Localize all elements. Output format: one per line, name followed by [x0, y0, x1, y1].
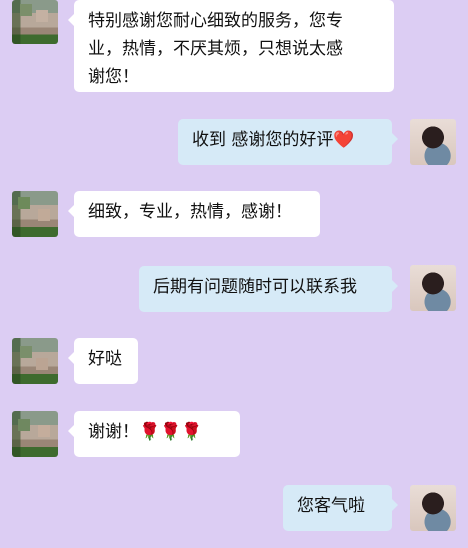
message-text-line: 特别感谢您耐心细致的服务，您专: [88, 11, 343, 31]
message-bubble-outgoing[interactable]: 您客气啦: [283, 485, 398, 531]
message-text-line: 谢您！: [88, 67, 139, 87]
user-avatar[interactable]: [410, 119, 456, 165]
user-avatar[interactable]: [410, 265, 456, 311]
message-bubble-incoming[interactable]: 好哒: [68, 338, 138, 384]
message-bubble-outgoing[interactable]: 后期有问题随时可以联系我: [139, 266, 398, 312]
message-bubble-outgoing[interactable]: 收到 感谢您的好评❤️: [178, 119, 398, 165]
heart-emoji-icon: ❤️: [333, 130, 355, 150]
contact-avatar[interactable]: [12, 0, 58, 44]
message-text: 收到 感谢您的好评: [192, 130, 334, 150]
contact-avatar[interactable]: [12, 338, 58, 384]
user-avatar[interactable]: [410, 485, 456, 531]
message-text: 后期有问题随时可以联系我: [153, 277, 357, 297]
message-text: 好哒: [88, 349, 122, 369]
message-text: 您客气啦: [297, 496, 365, 516]
message-text: 谢谢！: [88, 422, 139, 442]
contact-avatar[interactable]: [12, 411, 58, 457]
contact-avatar[interactable]: [12, 191, 58, 237]
message-text: 细致，专业，热情，感谢！: [88, 202, 292, 222]
message-bubble-incoming[interactable]: 细致，专业，热情，感谢！: [68, 191, 320, 237]
message-bubble-incoming[interactable]: 谢谢！🌹🌹🌹: [68, 411, 240, 457]
message-text-line: 业，热情，不厌其烦，只想说太感: [88, 39, 343, 59]
rose-emoji-icon: 🌹🌹🌹: [139, 422, 203, 442]
message-bubble-incoming[interactable]: 特别感谢您耐心细致的服务，您专 业，热情，不厌其烦，只想说太感 谢您！: [68, 0, 394, 92]
